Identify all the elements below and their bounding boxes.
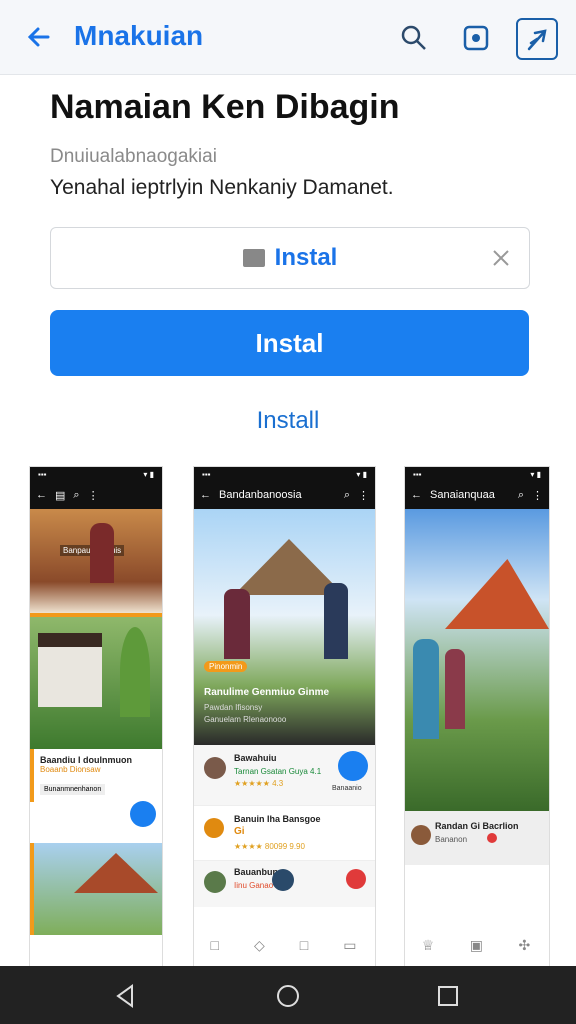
screenshot-nav: □ ◇ □ ▭ [210,936,357,954]
room-photo: Banpaun Tbouis [30,509,162,613]
install-link[interactable]: Install [0,407,576,435]
back-nav-icon[interactable] [112,982,140,1010]
top-app-bar: Mnakuian [0,0,576,75]
banner-photo: Pinonmin Ranulime Genmiuo Ginme Pawdan I… [194,509,375,745]
square-dot-icon[interactable] [456,18,496,58]
screenshot-2[interactable]: ▪▪▪ ▾ ▮ ← Bandanbanoosia ⌕ ⋮ Pinonmin Ranuli… [193,466,376,968]
close-icon[interactable] [491,248,511,273]
description: Yenahal ieptrlyin Nenkaniy Damanet. [50,176,394,199]
house-photo-2 [30,843,162,935]
install-button[interactable]: Instal [50,310,529,376]
house-photo [30,613,162,749]
page-title: Namaian Ken Dibagin [50,88,400,126]
screenshot-3[interactable]: ▪▪▪ ▾ ▮ ← Sanaianquaa ⌕ ⋮ Randan Gi Bacrlion… [404,466,550,968]
screenshot-action-bar: ← Sanaianquaa ⌕ ⋮ [405,481,549,509]
search-input[interactable]: Instal [50,227,530,289]
screenshot-nav: ♕ ▣ ✣ [421,936,531,953]
folder-icon [242,249,265,267]
search-icon[interactable] [394,18,434,58]
card: Baandiu I doulnmuon Boaanb Dionsaw Bunan… [30,749,162,827]
screenshot-action-bar: ← Bandanbanoosia ⌕ ⋮ [194,481,375,509]
status-bar: ▪▪▪ ▾ ▮ [405,467,549,481]
screenshot-action-bar: ← ▤ ⌕ ⋮ [30,481,162,509]
list-item[interactable]: Randan Gi Bacrlion Bananon [405,811,549,865]
list-item[interactable]: Bauanbun Iinu Ganao [194,861,375,907]
recents-nav-icon[interactable] [434,982,462,1010]
status-bar: ▪▪▪ ▾ ▮ [194,467,375,481]
status-bar: ▪▪▪ ▾ ▮ [30,467,162,481]
brand-app-icon[interactable] [516,18,558,60]
arrow-left-icon[interactable] [24,22,56,54]
house-photo [405,509,549,811]
share-icon[interactable] [130,801,156,827]
system-nav-bar [0,966,576,1024]
arrow-icon[interactable] [338,751,368,781]
home-nav-icon[interactable] [274,982,302,1010]
screenshot-1[interactable]: ▪▪▪▾ ▮ ←▤⌕⋮ Banpaun Tbouis Baandiu I dou… [29,466,163,968]
search-label: Instal [51,244,529,272]
list-item[interactable]: Banuin Iha Bansgoe Gi ★★★★ 80099 9.90 [194,806,375,861]
subtitle: Dnuiualabnaogakiai [50,146,217,167]
app-title: Mnakuian [74,20,204,51]
list-item[interactable]: Bawahuiu Tarnan Gsatan Guya 4.1 ★★★★★ 4.… [194,745,375,806]
